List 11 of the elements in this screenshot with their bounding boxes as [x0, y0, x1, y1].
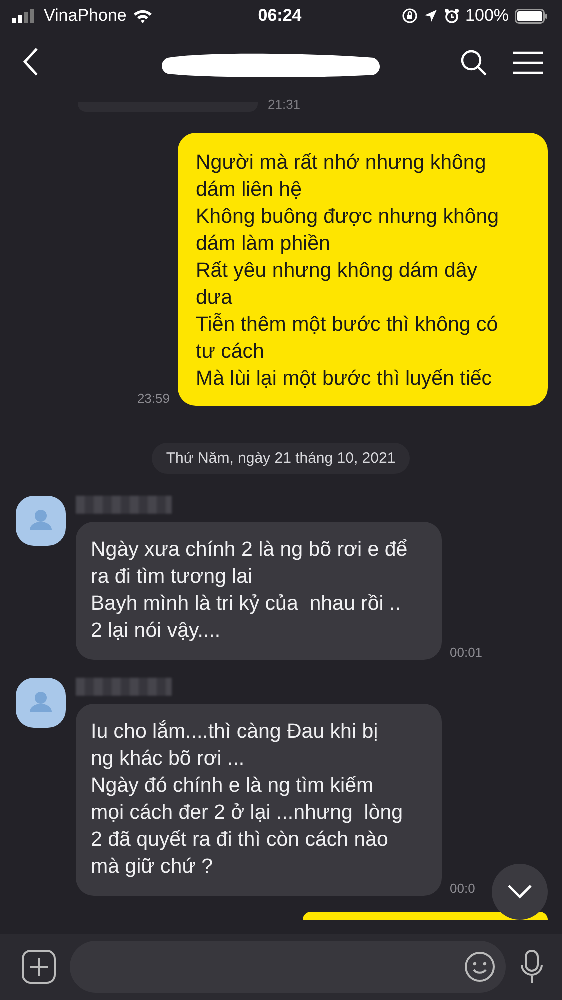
carrier-name: VinaPhone [44, 6, 127, 26]
message-time: 21:31 [268, 97, 301, 112]
date-separator: Thứ Năm, ngày 21 tháng 10, 2021 [152, 443, 410, 474]
message-time: 00:0 [450, 881, 476, 896]
battery-percent: 100% [466, 6, 510, 26]
message-time: 00:01 [450, 645, 483, 660]
message-bubble: Ngày xưa chính 2 là ng bõ rơi e để ra đi tìm tương lai Bayh mình là tri kỷ của nhau rồi .. 2 lại nói vậy.... [76, 522, 442, 660]
message-bubble: Iu cho lắm....thì càng Đau khi bị ng khác bõ rơi ... Ngày đó chính e là ng tìm kiếm mọi cách đer 2 ở lại ...nhưng lòng 2 đã quyết ra đi thì còn cách nào mà giữ chứ ? [76, 704, 442, 896]
message-time: 23:59 [137, 391, 170, 406]
message-bubble: Người mà rất nhớ nhưng không dám liên hệ Không buông được nhưng không dám làm phiền Rất yêu nhưng không dám dây dưa Tiễn thêm một bước thì không có tư cách Mà lùi lại một bước thì luyến tiếc [178, 133, 548, 406]
clock-time: 06:24 [258, 6, 302, 26]
